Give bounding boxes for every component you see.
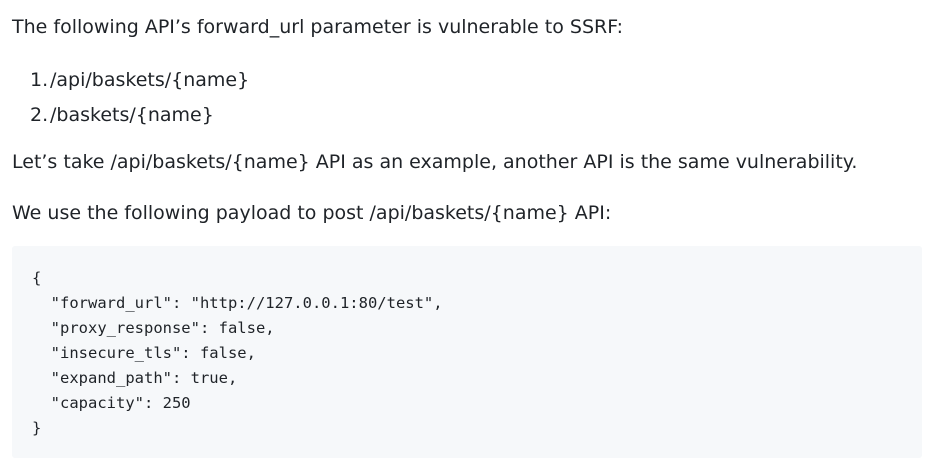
endpoint-path: /api/baskets/{name} [50,69,250,91]
list-item: 2./baskets/{name} [12,98,249,133]
endpoint-list: 1./api/baskets/{name} 2./baskets/{name} [12,63,249,133]
intro-paragraph: The following API’s forward_url paramete… [12,16,624,38]
code-line: "capacity": 250 [32,394,191,412]
endpoint-path: /baskets/{name} [50,104,214,126]
code-line: } [32,419,42,437]
list-item: 1./api/baskets/{name} [12,63,249,98]
code-block: { "forward_url": "http://127.0.0.1:80/te… [12,246,922,458]
code-line: "expand_path": true, [32,369,238,387]
code-line: "forward_url": "http://127.0.0.1:80/test… [32,294,443,312]
example-paragraph: Let’s take /api/baskets/{name} API as an… [12,151,858,173]
code-line: { [32,269,42,287]
list-number: 1. [30,69,49,91]
code-line: "insecure_tls": false, [32,344,256,362]
list-number: 2. [30,104,49,126]
payload-paragraph: We use the following payload to post /ap… [12,202,612,224]
payload-code: { "forward_url": "http://127.0.0.1:80/te… [32,266,443,441]
code-line: "proxy_response": false, [32,319,275,337]
